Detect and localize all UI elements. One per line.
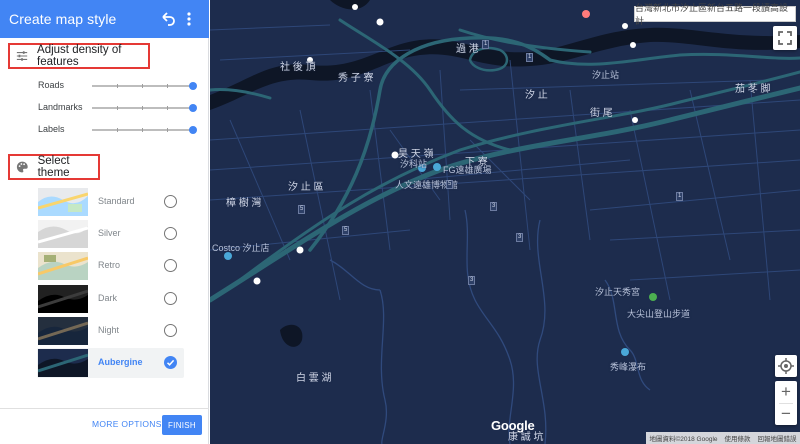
density-section-heading[interactable]: Adjust density of features [8, 43, 150, 69]
labels-slider-row: Labels [0, 121, 209, 139]
road-shield: 3 [468, 276, 476, 285]
panel-header: Create map style [0, 0, 209, 38]
palette-icon [16, 161, 28, 173]
theme-section-heading[interactable]: Select theme [8, 154, 100, 180]
theme-label-night: Night [98, 325, 120, 335]
panel-title: Create map style [9, 11, 117, 27]
radio-aubergine[interactable] [164, 356, 177, 369]
map-label-jie-wei: 街 尾 [590, 108, 613, 119]
check-icon [166, 359, 175, 366]
map-label-xizhi-district: 汐 止 區 [288, 182, 324, 193]
dark-theme-thumbnail [38, 285, 88, 313]
theme-option-dark[interactable]: Dark [37, 284, 184, 314]
radio-standard[interactable] [164, 195, 177, 208]
roads-label: Roads [38, 80, 65, 90]
labels-slider[interactable] [92, 128, 194, 132]
road-shield: 5 [446, 180, 454, 189]
roads-slider[interactable] [92, 84, 194, 88]
road-shield: 5 [298, 205, 306, 214]
theme-option-retro[interactable]: Retro [37, 251, 184, 281]
address-label: 台灣新北市汐止區新台五路一段讀高設計 [634, 3, 796, 26]
theme-label-silver: Silver [98, 228, 121, 238]
theme-option-night[interactable]: Night [37, 316, 184, 346]
map-label-xizhi: 汐 止 [525, 90, 548, 101]
map-label-xizhi-station: 汐止站 [592, 70, 620, 80]
road-shield: 5 [342, 226, 350, 235]
my-location-button[interactable] [775, 355, 797, 377]
zoom-in-button[interactable]: + [775, 381, 797, 403]
map-data-credit: 地圖資料©2018 Google [649, 436, 718, 443]
radio-dark[interactable] [164, 292, 177, 305]
footer-divider [0, 408, 209, 409]
landmarks-slider[interactable] [92, 106, 194, 110]
road-shield: 3 [516, 233, 524, 242]
labels-label: Labels [38, 124, 65, 134]
map-label-trail: 大尖山登山步道 [627, 309, 691, 319]
tune-icon [16, 51, 28, 61]
density-heading-label: Adjust density of features [37, 44, 122, 68]
more-options-button[interactable]: MORE OPTIONS [92, 419, 162, 429]
road-shield: 1 [482, 40, 490, 49]
theme-label-retro: Retro [98, 260, 121, 270]
map-label-costco: Costco 汐止店 [212, 243, 270, 253]
undo-icon[interactable] [157, 8, 179, 30]
map-label-nan-zhong-ba: 茄 苳 脚 [735, 84, 771, 95]
theme-option-silver[interactable]: Silver [37, 219, 184, 249]
roads-slider-row: Roads [0, 77, 209, 95]
theme-label-standard: Standard [98, 196, 135, 206]
map-label-bai-yun: 白 雲 湖 [296, 373, 332, 384]
map-preview[interactable]: 社 後 頂 秀 子 寮 過 港 汐止站 汐 止 街 尾 茄 苳 脚 昊 天 嶺 … [210, 0, 800, 444]
style-panel: Create map style Adjust density of featu… [0, 0, 209, 444]
more-vert-icon[interactable] [181, 8, 197, 30]
map-label-waterfall: 秀峰瀑布 [610, 362, 647, 372]
map-label-she-hou-ding: 社 後 頂 [280, 62, 316, 73]
radio-silver[interactable] [164, 227, 177, 240]
map-label-zhang-shu-wan: 樟 樹 灣 [226, 198, 262, 209]
landmarks-slider-row: Landmarks [0, 99, 209, 117]
theme-label-aubergine: Aubergine [98, 357, 143, 367]
report-error-link[interactable]: 回報地圖錯誤 [757, 433, 796, 443]
zoom-control: + − [775, 381, 797, 425]
road-shield: 1 [676, 192, 684, 201]
water-body [280, 324, 303, 347]
map-label-xia-she: 下 寮 [465, 157, 488, 168]
theme-label-dark: Dark [98, 293, 118, 303]
road-shield: 1 [526, 53, 534, 62]
fullscreen-button[interactable] [773, 26, 797, 50]
mountain-roads [329, 209, 651, 444]
river-upper [330, 0, 370, 10]
standard-theme-thumbnail [38, 188, 88, 216]
radio-retro[interactable] [164, 259, 177, 272]
silver-theme-thumbnail [38, 220, 88, 248]
terms-link[interactable]: 使用條款 [724, 433, 750, 443]
finish-button[interactable]: FINISH [162, 415, 202, 435]
theme-heading-label: Select theme [37, 155, 70, 179]
retro-theme-thumbnail [38, 252, 88, 280]
night-theme-thumbnail [38, 317, 88, 345]
theme-option-aubergine[interactable]: Aubergine [37, 348, 184, 378]
aubergine-theme-thumbnail [38, 349, 88, 377]
map-attribution: 地圖資料©2018 Google 使用條款 回報地圖錯誤 [646, 432, 800, 444]
roads-slider-handle[interactable] [189, 82, 197, 90]
landmarks-label: Landmarks [38, 102, 83, 112]
fullscreen-icon [778, 31, 792, 45]
map-label-xike-station: 汐科站 [400, 159, 428, 169]
map-label-temple: 汐止天秀宮 [595, 287, 641, 297]
labels-slider-handle[interactable] [189, 126, 197, 134]
zoom-out-button[interactable]: − [775, 403, 797, 425]
map-label-xiu-zi-liao: 秀 子 寮 [338, 73, 374, 84]
theme-option-standard[interactable]: Standard [37, 187, 184, 217]
landmarks-slider-handle[interactable] [189, 104, 197, 112]
google-logo: Google [491, 418, 535, 433]
map-label-guo-dao: 過 港 [456, 44, 479, 55]
radio-night[interactable] [164, 324, 177, 337]
road-shield: 3 [490, 202, 498, 211]
my-location-icon [778, 358, 794, 374]
